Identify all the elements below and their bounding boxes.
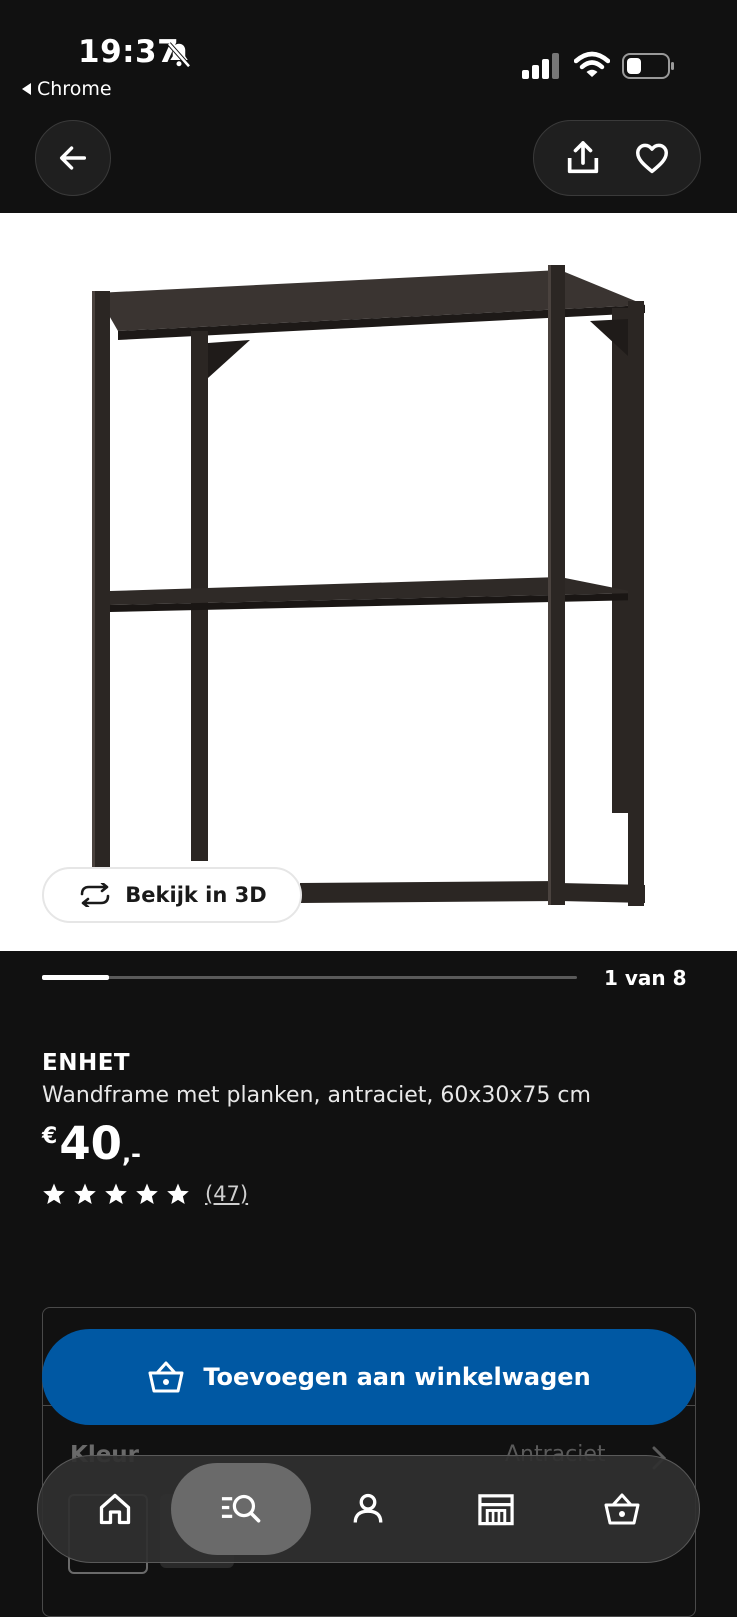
gallery-progress <box>42 975 577 980</box>
product-image[interactable] <box>0 213 737 951</box>
price-amount: 40 <box>59 1117 122 1170</box>
arrow-left-icon <box>59 146 87 170</box>
star-icon <box>105 1183 127 1204</box>
back-to-app-link[interactable]: Chrome <box>22 78 112 100</box>
basket-icon <box>148 1361 184 1393</box>
view-3d-label: Bekijk in 3D <box>125 883 267 907</box>
review-count[interactable]: (47) <box>205 1182 248 1206</box>
star-icon <box>167 1183 189 1204</box>
battery-icon <box>622 53 674 79</box>
cart-icon <box>604 1493 640 1525</box>
wall-frame-shelf-image <box>92 265 645 906</box>
bell-slash-icon <box>167 42 191 68</box>
product-brand: ENHET <box>42 1050 131 1076</box>
nav-search[interactable] <box>190 1458 292 1560</box>
back-triangle-icon <box>22 83 31 95</box>
price-currency: € <box>42 1124 58 1149</box>
profile-icon <box>353 1493 383 1523</box>
add-to-cart-button[interactable]: Toevoegen aan winkelwagen <box>42 1329 696 1425</box>
star-icon <box>43 1183 65 1204</box>
back-app-label: Chrome <box>37 78 112 100</box>
nav-store[interactable] <box>445 1458 547 1560</box>
star-icon <box>136 1183 158 1204</box>
gallery-progress-fill <box>42 975 109 980</box>
nav-cart[interactable] <box>571 1458 673 1560</box>
header-actions <box>533 120 701 196</box>
star-icon <box>74 1183 96 1204</box>
cellular-signal-icon <box>522 53 559 79</box>
store-icon <box>478 1494 514 1526</box>
gallery-counter: 1 van 8 <box>604 966 687 990</box>
nav-home[interactable] <box>64 1458 166 1560</box>
nav-profile[interactable] <box>317 1458 419 1560</box>
rotate-3d-icon <box>80 883 110 907</box>
wifi-icon <box>574 51 610 77</box>
home-icon <box>99 1493 131 1525</box>
view-3d-button[interactable]: Bekijk in 3D <box>42 867 302 923</box>
share-icon[interactable] <box>563 138 603 178</box>
back-button[interactable] <box>35 120 111 196</box>
product-rating[interactable]: (47) <box>42 1182 248 1206</box>
add-to-cart-label: Toevoegen aan winkelwagen <box>203 1363 591 1391</box>
price-suffix: ,- <box>121 1140 142 1168</box>
search-icon <box>221 1494 261 1523</box>
product-description: Wandframe met planken, antraciet, 60x30x… <box>42 1083 591 1108</box>
rating-stars <box>42 1182 190 1206</box>
product-price: € 40 ,- <box>42 1118 141 1170</box>
heart-icon[interactable] <box>633 139 671 177</box>
